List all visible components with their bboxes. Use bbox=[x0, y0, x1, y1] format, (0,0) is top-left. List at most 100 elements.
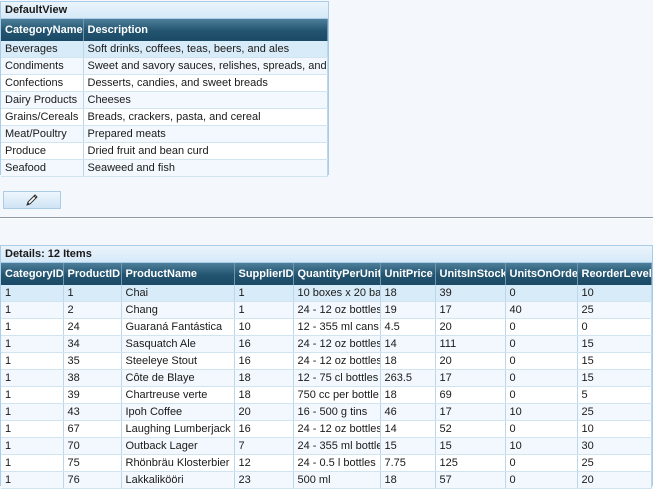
product-row-cell[interactable]: 18 bbox=[380, 352, 436, 370]
product-row-cell[interactable]: 15 bbox=[380, 437, 436, 455]
category-row-cell[interactable]: Grains/Cereals bbox=[1, 108, 84, 126]
product-row[interactable]: 1 70 Outback Lager 7 24 - 355 ml bottles 15 15… bbox=[1, 437, 652, 455]
product-row[interactable]: 1 24 Guaraná Fantástica 10 12 - 355 ml cans 4… bbox=[1, 318, 652, 336]
product-row-cell[interactable]: 0 bbox=[505, 454, 578, 472]
product-row-cell[interactable]: 10 bbox=[577, 420, 652, 438]
product-row-cell[interactable]: 20 bbox=[234, 403, 294, 421]
category-row[interactable]: Confections Desserts, candies, and sweet … bbox=[1, 74, 328, 92]
category-row-cell[interactable]: Produce bbox=[1, 142, 84, 160]
category-row-cell[interactable]: Breads, crackers, pasta, and cereal bbox=[83, 108, 328, 126]
product-row-cell[interactable]: 34 bbox=[63, 335, 122, 353]
product-row[interactable]: 11Chai110 boxes x 20 bags1839010 bbox=[1, 285, 652, 302]
product-row-cell[interactable]: 39 bbox=[435, 285, 506, 302]
product-row-cell[interactable]: 20 bbox=[435, 318, 506, 336]
product-row-cell[interactable]: 14 bbox=[380, 420, 436, 438]
product-row-cell[interactable]: 15 bbox=[577, 352, 652, 370]
product-row-cell[interactable]: 17 bbox=[435, 301, 506, 319]
product-row-cell[interactable]: 10 bbox=[505, 437, 578, 455]
product-row-cell[interactable]: 1 bbox=[1, 386, 64, 404]
product-row-cell[interactable]: 75 bbox=[63, 454, 122, 472]
category-row-cell[interactable]: Beverages bbox=[1, 41, 84, 58]
category-row-cell[interactable]: Prepared meats bbox=[83, 125, 328, 143]
column-header-reorderlevel[interactable]: ReorderLevel bbox=[577, 263, 652, 285]
product-row-cell[interactable]: Outback Lager bbox=[121, 437, 235, 455]
column-header-unitprice[interactable]: UnitPrice bbox=[380, 263, 436, 285]
product-row-cell[interactable]: 1 bbox=[1, 369, 64, 387]
product-row-cell[interactable]: 10 boxes x 20 bags bbox=[293, 285, 381, 302]
product-row-cell[interactable]: 10 bbox=[505, 403, 578, 421]
product-row-cell[interactable]: 12 - 75 cl bottles bbox=[293, 369, 381, 387]
product-row-cell[interactable]: 38 bbox=[63, 369, 122, 387]
product-row-cell[interactable]: 7 bbox=[234, 437, 294, 455]
column-header-quantityperunit[interactable]: QuantityPerUnit bbox=[293, 263, 381, 285]
column-header-unitsonorder[interactable]: UnitsOnOrder bbox=[505, 263, 578, 285]
product-row-cell[interactable]: Sasquatch Ale bbox=[121, 335, 235, 353]
column-header-categoryname[interactable]: CategoryName bbox=[1, 19, 84, 41]
product-row-cell[interactable]: 111 bbox=[435, 335, 506, 353]
product-row-cell[interactable]: 15 bbox=[435, 437, 506, 455]
product-row-cell[interactable]: 17 bbox=[435, 369, 506, 387]
product-row-cell[interactable]: 4.5 bbox=[380, 318, 436, 336]
product-row-cell[interactable]: 25 bbox=[577, 403, 652, 421]
category-row-cell[interactable]: Seafood bbox=[1, 159, 84, 177]
product-row-cell[interactable]: 0 bbox=[505, 318, 578, 336]
product-row-cell[interactable]: 24 - 12 oz bottles bbox=[293, 352, 381, 370]
product-row-cell[interactable]: 17 bbox=[435, 403, 506, 421]
product-row-cell[interactable]: Ipoh Coffee bbox=[121, 403, 235, 421]
product-row-cell[interactable]: 70 bbox=[63, 437, 122, 455]
product-row[interactable]: 1 34 Sasquatch Ale 16 24 - 12 oz bottles 14 11… bbox=[1, 335, 652, 353]
category-row[interactable]: Seafood Seaweed and fish bbox=[1, 159, 328, 177]
product-row-cell[interactable]: 16 bbox=[234, 352, 294, 370]
product-row-cell[interactable]: 0 bbox=[505, 386, 578, 404]
product-row-cell[interactable]: Laughing Lumberjack Lager bbox=[121, 420, 235, 438]
product-row[interactable]: 1 35 Steeleye Stout 16 24 - 12 oz bottles 18 2… bbox=[1, 352, 652, 370]
product-row-cell[interactable]: 12 bbox=[234, 454, 294, 472]
product-row-cell[interactable]: 24 - 12 oz bottles bbox=[293, 335, 381, 353]
product-row-cell[interactable]: 0 bbox=[505, 369, 578, 387]
product-row-cell[interactable]: 15 bbox=[577, 369, 652, 387]
product-row-cell[interactable]: 25 bbox=[577, 301, 652, 319]
product-row[interactable]: 1 39 Chartreuse verte 18 750 cc per bottle 18… bbox=[1, 386, 652, 404]
product-row-cell[interactable]: 39 bbox=[63, 386, 122, 404]
category-row-cell[interactable]: Soft drinks, coffees, teas, beers, and a… bbox=[83, 41, 328, 58]
column-header-productname[interactable]: ProductName bbox=[121, 263, 235, 285]
product-row-cell[interactable]: 1 bbox=[1, 285, 64, 302]
product-row-cell[interactable]: 35 bbox=[63, 352, 122, 370]
category-row-cell[interactable]: Desserts, candies, and sweet breads bbox=[83, 74, 328, 92]
product-row-cell[interactable]: 19 bbox=[380, 301, 436, 319]
category-row-cell[interactable]: Confections bbox=[1, 74, 84, 92]
category-row[interactable]: Grains/Cereals Breads, crackers, pasta, a… bbox=[1, 108, 328, 126]
product-row-cell[interactable]: 0 bbox=[577, 318, 652, 336]
product-row-cell[interactable]: 1 bbox=[1, 437, 64, 455]
product-row[interactable]: 1 38 Côte de Blaye 18 12 - 75 cl bottles 263.… bbox=[1, 369, 652, 387]
column-header-description[interactable]: Description bbox=[83, 19, 328, 41]
product-row-cell[interactable]: 25 bbox=[577, 454, 652, 472]
product-row-cell[interactable]: 2 bbox=[63, 301, 122, 319]
product-row-cell[interactable]: 18 bbox=[234, 386, 294, 404]
product-row-cell[interactable]: 1 bbox=[1, 454, 64, 472]
category-row-cell[interactable]: Dried fruit and bean curd bbox=[83, 142, 328, 160]
product-row-cell[interactable]: 1 bbox=[1, 420, 64, 438]
product-row-cell[interactable]: 0 bbox=[505, 285, 578, 302]
product-row-cell[interactable]: 1 bbox=[1, 335, 64, 353]
product-row-cell[interactable]: 69 bbox=[435, 386, 506, 404]
product-row-cell[interactable]: 1 bbox=[1, 301, 64, 319]
product-row-cell[interactable]: 750 cc per bottle bbox=[293, 386, 381, 404]
product-row-cell[interactable]: 43 bbox=[63, 403, 122, 421]
product-row-cell[interactable]: 24 - 355 ml bottles bbox=[293, 437, 381, 455]
product-row-cell[interactable]: 24 bbox=[63, 318, 122, 336]
category-row-cell[interactable]: Sweet and savory sauces, relishes, sprea… bbox=[83, 57, 328, 75]
product-row-cell[interactable]: 16 bbox=[234, 420, 294, 438]
product-row-cell[interactable]: Rhönbräu Klosterbier bbox=[121, 454, 235, 472]
product-row-cell[interactable]: 18 bbox=[380, 386, 436, 404]
product-row-cell[interactable]: 5 bbox=[577, 386, 652, 404]
product-row-cell[interactable]: 0 bbox=[505, 420, 578, 438]
product-row-cell[interactable]: 263.5 bbox=[380, 369, 436, 387]
product-row[interactable]: 1 43 Ipoh Coffee 20 16 - 500 g tins 46 17 10 25 bbox=[1, 403, 652, 421]
category-row[interactable]: Meat/Poultry Prepared meats bbox=[1, 125, 328, 143]
product-row-cell[interactable]: 40 bbox=[505, 301, 578, 319]
category-row-cell[interactable]: Condiments bbox=[1, 57, 84, 75]
edit-button[interactable] bbox=[3, 191, 61, 209]
product-row-cell[interactable]: 16 bbox=[234, 335, 294, 353]
product-row-cell[interactable]: 7.75 bbox=[380, 454, 436, 472]
